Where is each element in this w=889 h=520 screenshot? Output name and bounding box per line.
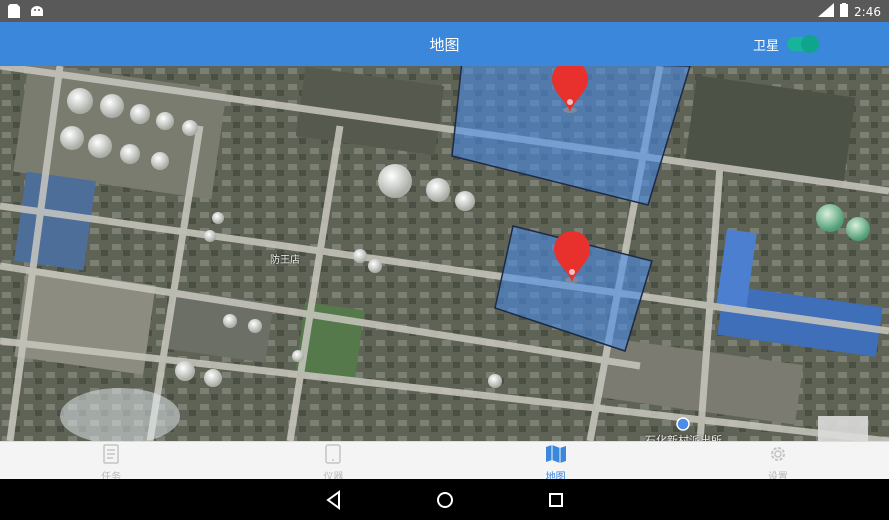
tab-map[interactable]: 地图 bbox=[445, 442, 667, 483]
map-bottom-label: 石化新村派出所 bbox=[645, 434, 722, 441]
tab-tasks[interactable]: 任务 bbox=[0, 442, 222, 483]
police-icon bbox=[676, 417, 690, 431]
document-icon bbox=[102, 444, 120, 467]
tab-instruments[interactable]: 仪器 bbox=[222, 442, 444, 483]
map-control[interactable] bbox=[818, 416, 868, 441]
android-icon bbox=[30, 3, 44, 22]
battery-icon bbox=[840, 3, 849, 20]
recents-icon[interactable] bbox=[545, 489, 567, 511]
signal-icon bbox=[818, 3, 835, 20]
satellite-map[interactable]: 防王店 石化新村派出所 bbox=[0, 66, 889, 441]
map-poi-label: 防王店 bbox=[270, 255, 300, 266]
toggle-knob[interactable] bbox=[801, 35, 819, 53]
gear-icon bbox=[768, 444, 788, 467]
bottom-tab-bar: 任务 仪器 地图 设置 bbox=[0, 441, 889, 483]
tab-settings[interactable]: 设置 bbox=[667, 442, 889, 483]
satellite-label: 卫星 bbox=[752, 39, 779, 54]
sd-card-icon bbox=[8, 3, 20, 22]
tablet-icon bbox=[324, 444, 342, 467]
satellite-toggle[interactable] bbox=[787, 35, 819, 53]
home-icon[interactable] bbox=[434, 489, 456, 511]
app-bar: 地图 卫星 bbox=[0, 22, 889, 66]
map-imagery[interactable] bbox=[0, 66, 889, 441]
map-icon bbox=[545, 444, 567, 467]
clock-time: 2:46 bbox=[854, 4, 881, 19]
status-bar: 2:46 bbox=[0, 0, 889, 22]
back-icon[interactable] bbox=[323, 489, 345, 511]
system-nav-bar bbox=[0, 479, 889, 520]
